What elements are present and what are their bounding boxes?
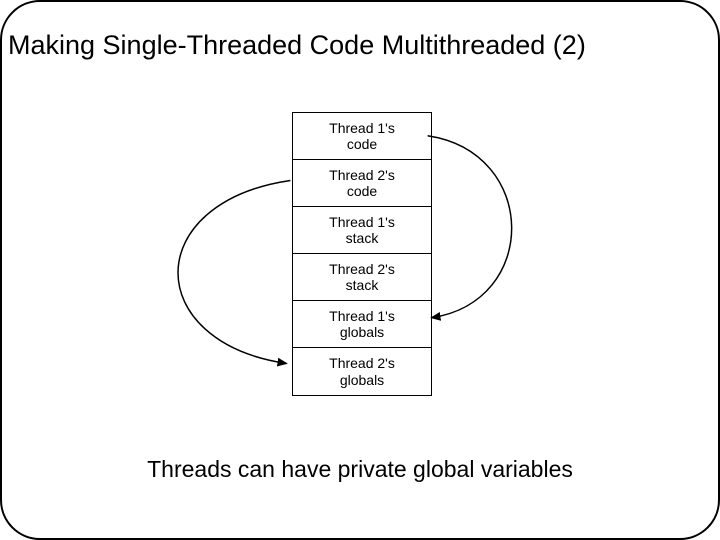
memory-stack: Thread 1's code Thread 2's code Thread 1… [292, 112, 432, 396]
cell-thread2-globals: Thread 2's globals [293, 348, 431, 395]
cell-label: globals [340, 372, 384, 388]
cell-label: Thread 2's [329, 261, 395, 277]
cell-label: stack [346, 277, 379, 293]
cell-label: code [347, 183, 377, 199]
cell-thread2-stack: Thread 2's stack [293, 254, 431, 301]
cell-label: Thread 1's [329, 214, 395, 230]
cell-label: Thread 2's [329, 167, 395, 183]
cell-label: stack [346, 230, 379, 246]
slide-caption: Threads can have private global variable… [2, 456, 718, 483]
cell-thread1-globals: Thread 1's globals [293, 301, 431, 348]
cell-thread1-stack: Thread 1's stack [293, 207, 431, 254]
slide-frame: Making Single-Threaded Code Multithreade… [0, 0, 720, 540]
slide-title: Making Single-Threaded Code Multithreade… [2, 30, 718, 61]
cell-label: Thread 1's [329, 308, 395, 324]
cell-label: Thread 2's [329, 355, 395, 371]
cell-label: code [347, 136, 377, 152]
cell-label: globals [340, 324, 384, 340]
cell-thread2-code: Thread 2's code [293, 160, 431, 207]
memory-diagram: Thread 1's code Thread 2's code Thread 1… [2, 102, 718, 432]
cell-label: Thread 1's [329, 120, 395, 136]
cell-thread1-code: Thread 1's code [293, 113, 431, 160]
